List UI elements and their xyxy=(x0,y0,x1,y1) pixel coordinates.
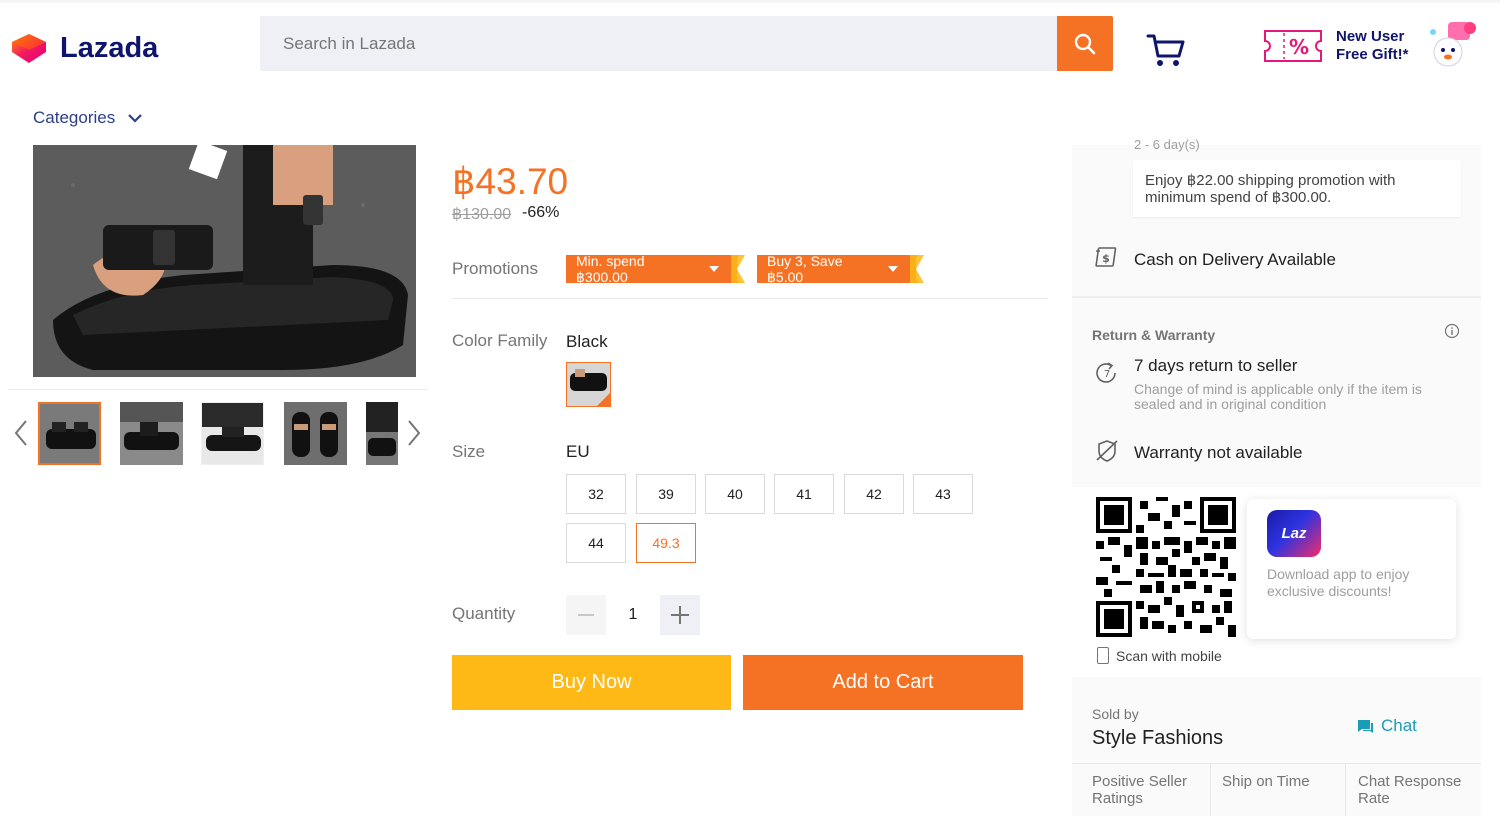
app-download-text: Download app to enjoy exclusive discount… xyxy=(1267,566,1410,599)
promotion-tag-text: Min. spend ฿300.00 xyxy=(576,252,645,285)
metric-separator xyxy=(1210,764,1211,816)
chevron-down-icon xyxy=(128,114,142,123)
size-option-49-3-selected[interactable]: 49.3 xyxy=(636,523,696,563)
discount-percent: -66% xyxy=(522,204,560,221)
voucher-ticket-icon: % xyxy=(1264,30,1322,62)
thumbnail-1[interactable] xyxy=(38,402,101,465)
size-option-42[interactable]: 42 xyxy=(844,474,904,514)
caret-down-icon xyxy=(709,266,719,272)
color-family-label: Color Family xyxy=(452,331,548,350)
svg-text:%: % xyxy=(1289,35,1309,59)
chat-label: Chat xyxy=(1381,716,1417,735)
tag-notch-icon xyxy=(725,255,745,283)
size-option-40[interactable]: 40 xyxy=(705,474,765,514)
size-option-41[interactable]: 41 xyxy=(774,474,834,514)
cash-on-delivery-icon: $ xyxy=(1095,247,1117,267)
plus-icon xyxy=(671,606,689,624)
seller-name[interactable]: Style Fashions xyxy=(1092,727,1223,750)
warranty-status: Warranty not available xyxy=(1134,443,1303,462)
cash-on-delivery-text: Cash on Delivery Available xyxy=(1134,250,1336,269)
swatch-image xyxy=(567,363,610,406)
search-icon xyxy=(1074,33,1096,54)
thumbnail-image xyxy=(40,404,99,463)
return-icon: 7 xyxy=(1096,362,1116,383)
svg-text:7: 7 xyxy=(1104,369,1110,380)
search-field[interactable] xyxy=(260,16,1057,71)
gift-mascot-icon xyxy=(1430,22,1476,67)
quantity-label: Quantity xyxy=(452,604,516,623)
chat-button[interactable]: Chat xyxy=(1357,716,1417,736)
tag-notch-icon xyxy=(904,255,924,283)
seller-metrics-divider xyxy=(1072,763,1481,764)
quantity-value[interactable]: 1 xyxy=(606,595,660,635)
thumbnail-2[interactable] xyxy=(120,402,183,465)
size-unit: EU xyxy=(566,442,590,461)
svg-text:$: $ xyxy=(1102,252,1110,265)
promotions-label: Promotions xyxy=(452,259,538,278)
sold-by-label: Sold by xyxy=(1092,706,1139,722)
thumbnail-5[interactable] xyxy=(366,402,398,465)
logo-wordmark: Lazada xyxy=(60,31,159,64)
size-option-39[interactable]: 39 xyxy=(636,474,696,514)
return-policy-detail: Change of mind is applicable only if the… xyxy=(1134,381,1422,412)
caret-down-icon xyxy=(888,266,898,272)
metric-ship-on-time: Ship on Time xyxy=(1222,773,1310,790)
size-option-32[interactable]: 32 xyxy=(566,474,626,514)
chevron-right-icon[interactable] xyxy=(405,418,423,448)
lazada-heart-icon xyxy=(12,34,46,63)
size-option-44[interactable]: 44 xyxy=(566,523,626,563)
categories-menu[interactable]: Categories xyxy=(33,108,143,128)
metric-chat-response: Chat Response Rate xyxy=(1358,773,1462,807)
thumbnail-image xyxy=(202,403,263,464)
promo-line-1: New User xyxy=(1336,28,1405,45)
return-policy-title: 7 days return to seller xyxy=(1134,356,1298,375)
thumbnail-4[interactable] xyxy=(284,402,347,465)
product-main-image[interactable] xyxy=(33,145,416,377)
search-input[interactable] xyxy=(260,16,1057,71)
thumbnail-image xyxy=(284,402,347,465)
promotion-tag-buy3[interactable]: Buy 3, Save ฿5.00 xyxy=(757,252,924,285)
warranty-off-icon xyxy=(1096,440,1118,462)
quantity-increase-button[interactable] xyxy=(660,595,700,635)
qr-code[interactable] xyxy=(1096,497,1236,637)
size-label: Size xyxy=(452,442,486,461)
promotions-divider xyxy=(452,298,1048,299)
cart-icon[interactable] xyxy=(1145,30,1187,70)
minus-icon xyxy=(578,614,594,616)
chevron-left-icon[interactable] xyxy=(12,418,30,448)
add-to-cart-button[interactable]: Add to Cart xyxy=(743,655,1023,710)
shipping-promo-note: Enjoy ฿22.00 shipping promotion with min… xyxy=(1133,160,1461,217)
lazada-logo[interactable]: Lazada xyxy=(8,28,158,68)
laz-app-icon: Laz xyxy=(1267,510,1321,557)
search-button[interactable] xyxy=(1057,16,1113,71)
categories-label: Categories xyxy=(33,108,116,127)
buy-now-button[interactable]: Buy Now xyxy=(452,655,731,710)
metric-separator xyxy=(1345,764,1346,816)
thumbnail-image xyxy=(366,402,398,465)
metric-positive-ratings: Positive Seller Ratings xyxy=(1092,773,1188,807)
promotion-tag-text: Buy 3, Save ฿5.00 xyxy=(767,252,843,285)
color-swatch-black[interactable] xyxy=(566,362,611,407)
product-price: ฿43.70 xyxy=(452,161,569,202)
thumbnail-image xyxy=(120,402,183,465)
phone-icon xyxy=(1097,647,1109,664)
color-family-value: Black xyxy=(566,332,608,351)
chat-icon xyxy=(1358,719,1373,733)
size-option-43[interactable]: 43 xyxy=(913,474,973,514)
info-icon[interactable] xyxy=(1444,323,1460,339)
scan-label-text: Scan with mobile xyxy=(1116,647,1222,664)
promo-line-2: Free Gift!* xyxy=(1336,46,1409,63)
panel-divider xyxy=(1072,296,1481,298)
thumbnail-3[interactable] xyxy=(201,402,264,465)
scan-with-mobile: Scan with mobile xyxy=(1097,647,1222,664)
delivery-eta-partial: 2 - 6 day(s) xyxy=(1134,137,1200,152)
gallery-divider xyxy=(8,389,428,390)
original-price: ฿130.00 xyxy=(452,206,512,223)
top-stripe xyxy=(0,0,1500,3)
promotion-tag-min-spend[interactable]: Min. spend ฿300.00 xyxy=(566,252,745,285)
quantity-decrease-button[interactable] xyxy=(566,595,606,635)
new-user-gift-banner[interactable]: % New User Free Gift!* xyxy=(1262,18,1484,74)
return-warranty-title: Return & Warranty xyxy=(1092,327,1216,343)
